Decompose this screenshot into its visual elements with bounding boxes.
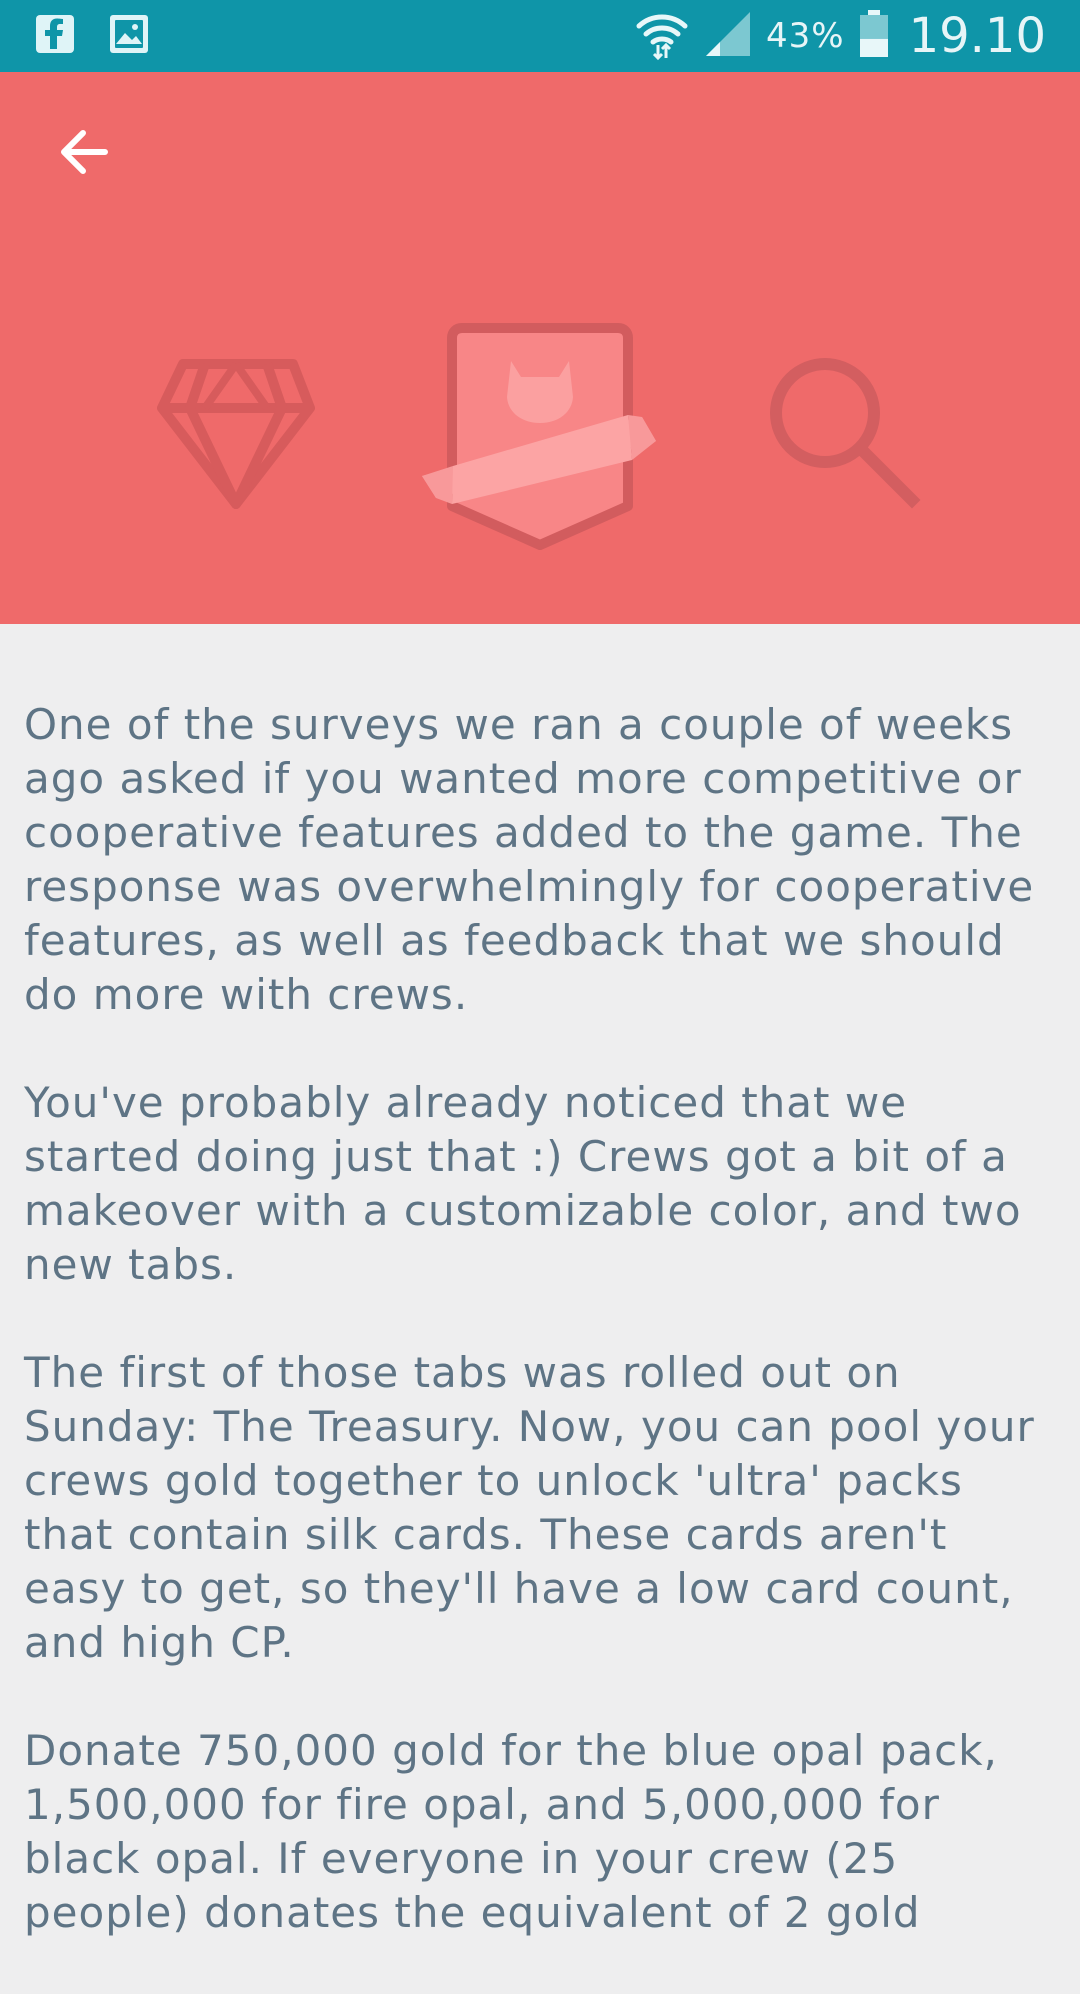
- battery-percent: 43%: [766, 16, 845, 56]
- article-body: One of the surveys we ran a couple of we…: [24, 698, 1064, 1994]
- shield-badge-icon: [422, 323, 656, 550]
- gallery-icon: [108, 13, 150, 55]
- status-bar: 43% 19.10: [0, 0, 1080, 72]
- article-paragraph: The first of those tabs was rolled out o…: [24, 1348, 1035, 1667]
- article-paragraph: Donate 750,000 gold for the blue opal pa…: [24, 1726, 998, 1937]
- back-button[interactable]: [44, 112, 124, 192]
- facebook-icon: [34, 13, 76, 55]
- wifi-icon: [634, 6, 690, 66]
- article-paragraph: You've probably already noticed that we …: [24, 1078, 1022, 1289]
- diamond-icon: [157, 359, 315, 509]
- arrow-left-icon: [61, 130, 108, 174]
- header-illustration: [157, 323, 921, 550]
- signal-icon: [702, 8, 754, 64]
- status-left-icons: [34, 13, 150, 55]
- article-header: [0, 72, 1080, 624]
- battery-icon: [857, 9, 891, 63]
- status-right-icons: 43% 19.10: [634, 8, 1046, 64]
- article-paragraph: One of the surveys we ran a couple of we…: [24, 700, 1035, 1019]
- status-time: 19.10: [908, 8, 1046, 64]
- magnifier-icon: [770, 358, 921, 509]
